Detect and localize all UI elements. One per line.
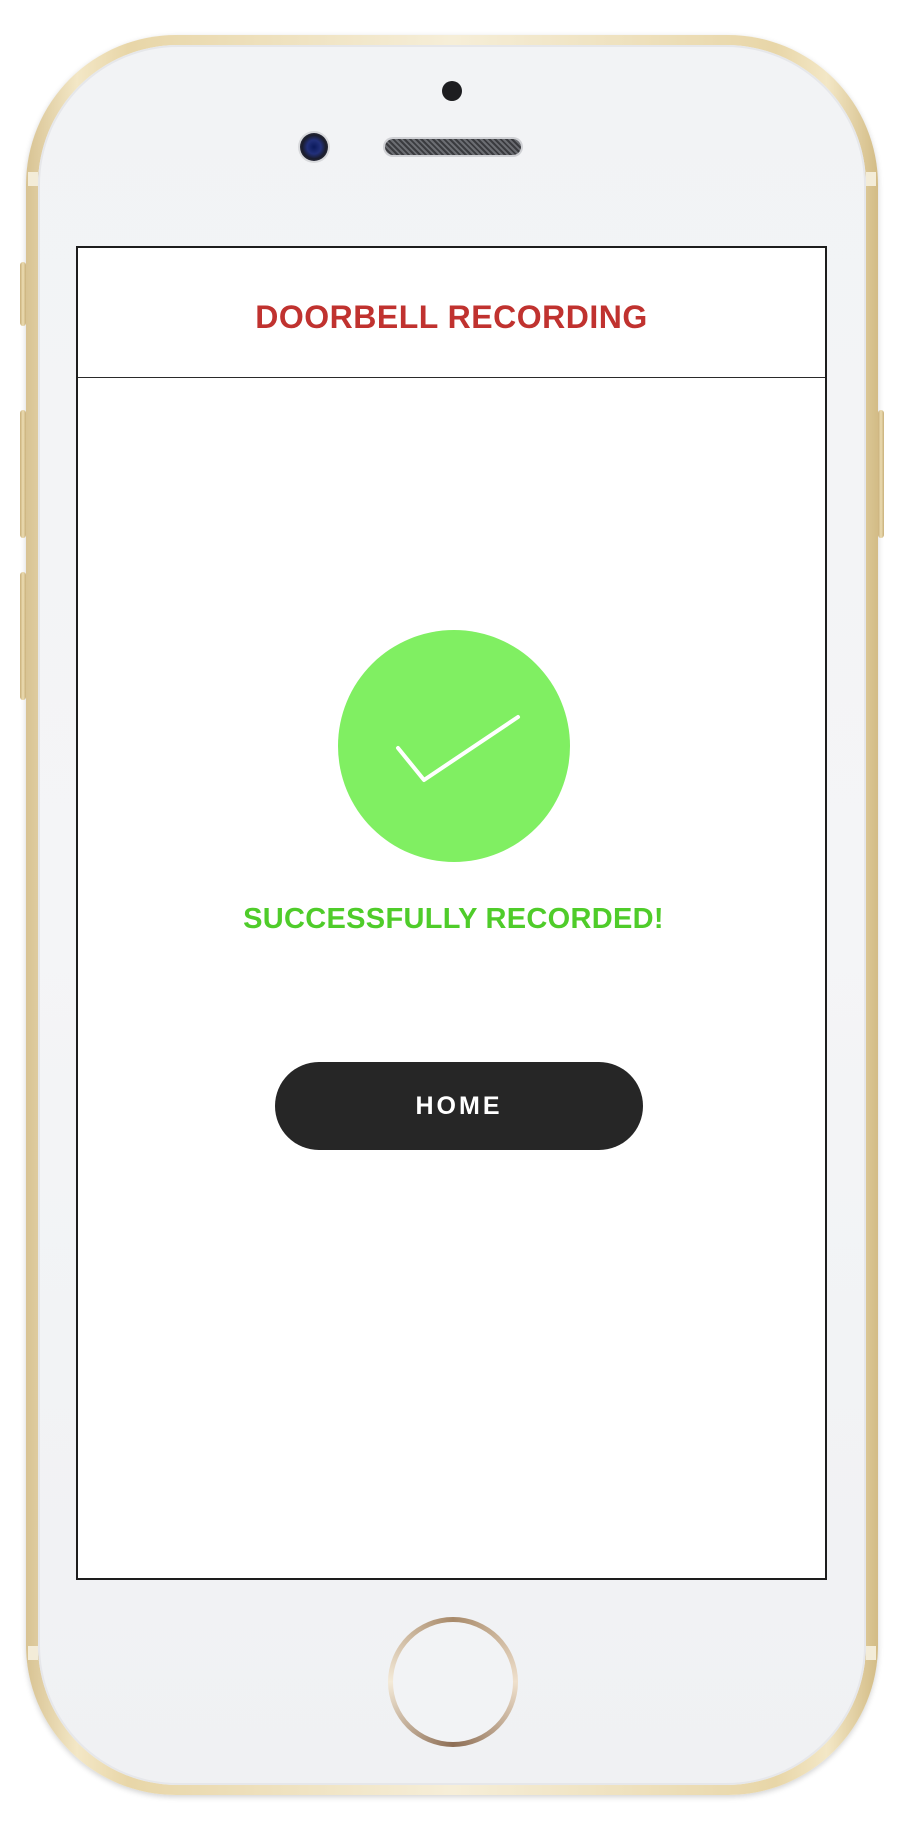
app-screen: DOORBELL RECORDING SUCCESSFULLY RECORDED…	[76, 246, 827, 1580]
earpiece-speaker	[385, 139, 521, 155]
home-button[interactable]: HOME	[275, 1062, 643, 1150]
app-header: DOORBELL RECORDING	[78, 248, 825, 378]
success-message: SUCCESSFULLY RECORDED!	[243, 903, 664, 935]
antenna-band	[866, 1646, 876, 1660]
proximity-sensor	[442, 81, 462, 101]
power-button	[878, 410, 884, 538]
antenna-band	[28, 1646, 38, 1660]
antenna-band	[866, 172, 876, 186]
page-title: DOORBELL RECORDING	[255, 299, 648, 335]
device-mockup: DOORBELL RECORDING SUCCESSFULLY RECORDED…	[0, 0, 917, 1828]
volume-down-button	[20, 572, 26, 700]
hardware-home-button	[388, 1617, 518, 1747]
front-camera	[300, 133, 328, 161]
mute-switch	[20, 262, 26, 326]
volume-up-button	[20, 410, 26, 538]
antenna-band	[28, 172, 38, 186]
checkmark-icon	[396, 715, 520, 782]
success-badge	[338, 630, 570, 862]
